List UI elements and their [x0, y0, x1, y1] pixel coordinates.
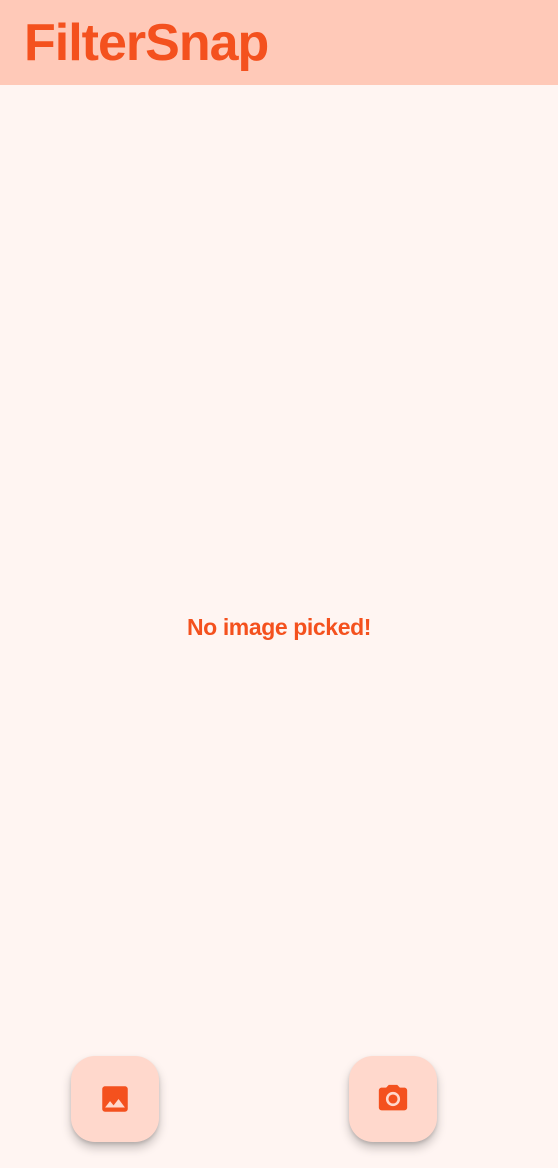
take-photo-button[interactable] [349, 1056, 437, 1142]
camera-icon [378, 1084, 408, 1111]
pick-from-gallery-button[interactable] [71, 1056, 159, 1142]
app-bar: FilterSnap [0, 0, 558, 85]
app-title: FilterSnap [24, 14, 269, 72]
empty-state-message: No image picked! [186, 614, 372, 640]
image-icon [102, 1086, 128, 1112]
